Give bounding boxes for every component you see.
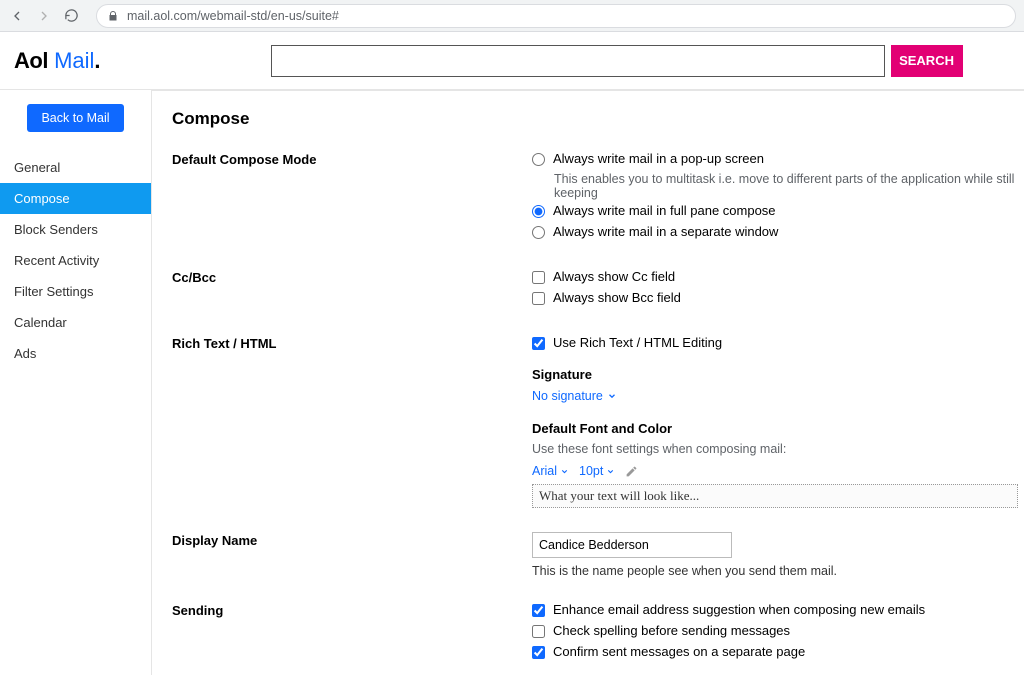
chevron-down-icon xyxy=(607,391,617,401)
label-richtext: Rich Text / HTML xyxy=(172,335,532,508)
label-ccbcc: Cc/Bcc xyxy=(172,269,532,311)
app-header: Aol Mail. SEARCH xyxy=(0,32,1024,90)
radio-fullpane-input[interactable] xyxy=(532,205,545,218)
check-spell[interactable]: Check spelling before sending messages xyxy=(532,623,1024,641)
sidebar-item-calendar[interactable]: Calendar xyxy=(0,307,151,338)
check-spell-label: Check spelling before sending messages xyxy=(553,623,790,638)
heading-default-font: Default Font and Color xyxy=(532,421,1024,436)
settings-content: Compose Default Compose Mode Always writ… xyxy=(152,90,1024,675)
search-button[interactable]: SEARCH xyxy=(891,45,963,77)
radio-popup-label: Always write mail in a pop-up screen xyxy=(553,151,764,166)
check-richtext-label: Use Rich Text / HTML Editing xyxy=(553,335,722,350)
back-nav-icon[interactable] xyxy=(8,7,25,25)
sidebar-item-ads[interactable]: Ads xyxy=(0,338,151,369)
radio-fullpane[interactable]: Always write mail in full pane compose xyxy=(532,203,1024,221)
address-bar[interactable]: mail.aol.com/webmail-std/en-us/suite# xyxy=(96,4,1016,28)
check-enhance-input[interactable] xyxy=(532,604,545,617)
check-richtext[interactable]: Use Rich Text / HTML Editing xyxy=(532,335,1024,353)
radio-window-label: Always write mail in a separate window xyxy=(553,224,778,239)
check-cc[interactable]: Always show Cc field xyxy=(532,269,1024,287)
display-name-desc: This is the name people see when you sen… xyxy=(532,564,1024,578)
display-name-input[interactable] xyxy=(532,532,732,558)
radio-popup[interactable]: Always write mail in a pop-up screen xyxy=(532,151,1024,169)
check-enhance[interactable]: Enhance email address suggestion when co… xyxy=(532,602,1024,620)
check-bcc-label: Always show Bcc field xyxy=(553,290,681,305)
check-bcc-input[interactable] xyxy=(532,292,545,305)
signature-dropdown[interactable]: No signature xyxy=(532,389,617,403)
search-input[interactable] xyxy=(271,45,885,77)
font-size-dropdown[interactable]: 10pt xyxy=(579,464,615,478)
radio-window[interactable]: Always write mail in a separate window xyxy=(532,224,1024,242)
label-sending: Sending xyxy=(172,602,532,665)
lock-icon xyxy=(107,10,119,22)
reload-icon[interactable] xyxy=(63,7,80,25)
label-display-name: Display Name xyxy=(172,532,532,578)
sidebar-item-recent-activity[interactable]: Recent Activity xyxy=(0,245,151,276)
check-confirm-label: Confirm sent messages on a separate page xyxy=(553,644,805,659)
browser-chrome: mail.aol.com/webmail-std/en-us/suite# xyxy=(0,0,1024,32)
label-compose-mode: Default Compose Mode xyxy=(172,151,532,245)
check-cc-label: Always show Cc field xyxy=(553,269,675,284)
check-bcc[interactable]: Always show Bcc field xyxy=(532,290,1024,308)
sidebar-item-block-senders[interactable]: Block Senders xyxy=(0,214,151,245)
sidebar-nav: General Compose Block Senders Recent Act… xyxy=(0,152,151,369)
radio-popup-input[interactable] xyxy=(532,153,545,166)
check-confirm[interactable]: Confirm sent messages on a separate page xyxy=(532,644,1024,662)
check-confirm-input[interactable] xyxy=(532,646,545,659)
font-preview: What your text will look like... xyxy=(532,484,1018,508)
check-cc-input[interactable] xyxy=(532,271,545,284)
back-to-mail-button[interactable]: Back to Mail xyxy=(27,104,123,132)
font-name-dropdown[interactable]: Arial xyxy=(532,464,569,478)
heading-signature: Signature xyxy=(532,367,1024,382)
check-enhance-label: Enhance email address suggestion when co… xyxy=(553,602,925,617)
page-title: Compose xyxy=(172,109,1024,129)
chevron-down-icon xyxy=(560,467,569,476)
radio-window-input[interactable] xyxy=(532,226,545,239)
sidebar-item-compose[interactable]: Compose xyxy=(0,183,151,214)
forward-nav-icon[interactable] xyxy=(35,7,52,25)
sidebar-item-general[interactable]: General xyxy=(0,152,151,183)
pencil-icon[interactable] xyxy=(625,465,638,478)
aol-mail-logo[interactable]: Aol Mail. xyxy=(14,48,101,74)
popup-subtext: This enables you to multitask i.e. move … xyxy=(554,172,1024,200)
url-text: mail.aol.com/webmail-std/en-us/suite# xyxy=(127,9,339,23)
chevron-down-icon xyxy=(606,467,615,476)
font-desc: Use these font settings when composing m… xyxy=(532,442,1024,456)
radio-fullpane-label: Always write mail in full pane compose xyxy=(553,203,776,218)
sidebar-item-filter-settings[interactable]: Filter Settings xyxy=(0,276,151,307)
settings-sidebar: Back to Mail General Compose Block Sende… xyxy=(0,90,152,675)
check-richtext-input[interactable] xyxy=(532,337,545,350)
check-spell-input[interactable] xyxy=(532,625,545,638)
